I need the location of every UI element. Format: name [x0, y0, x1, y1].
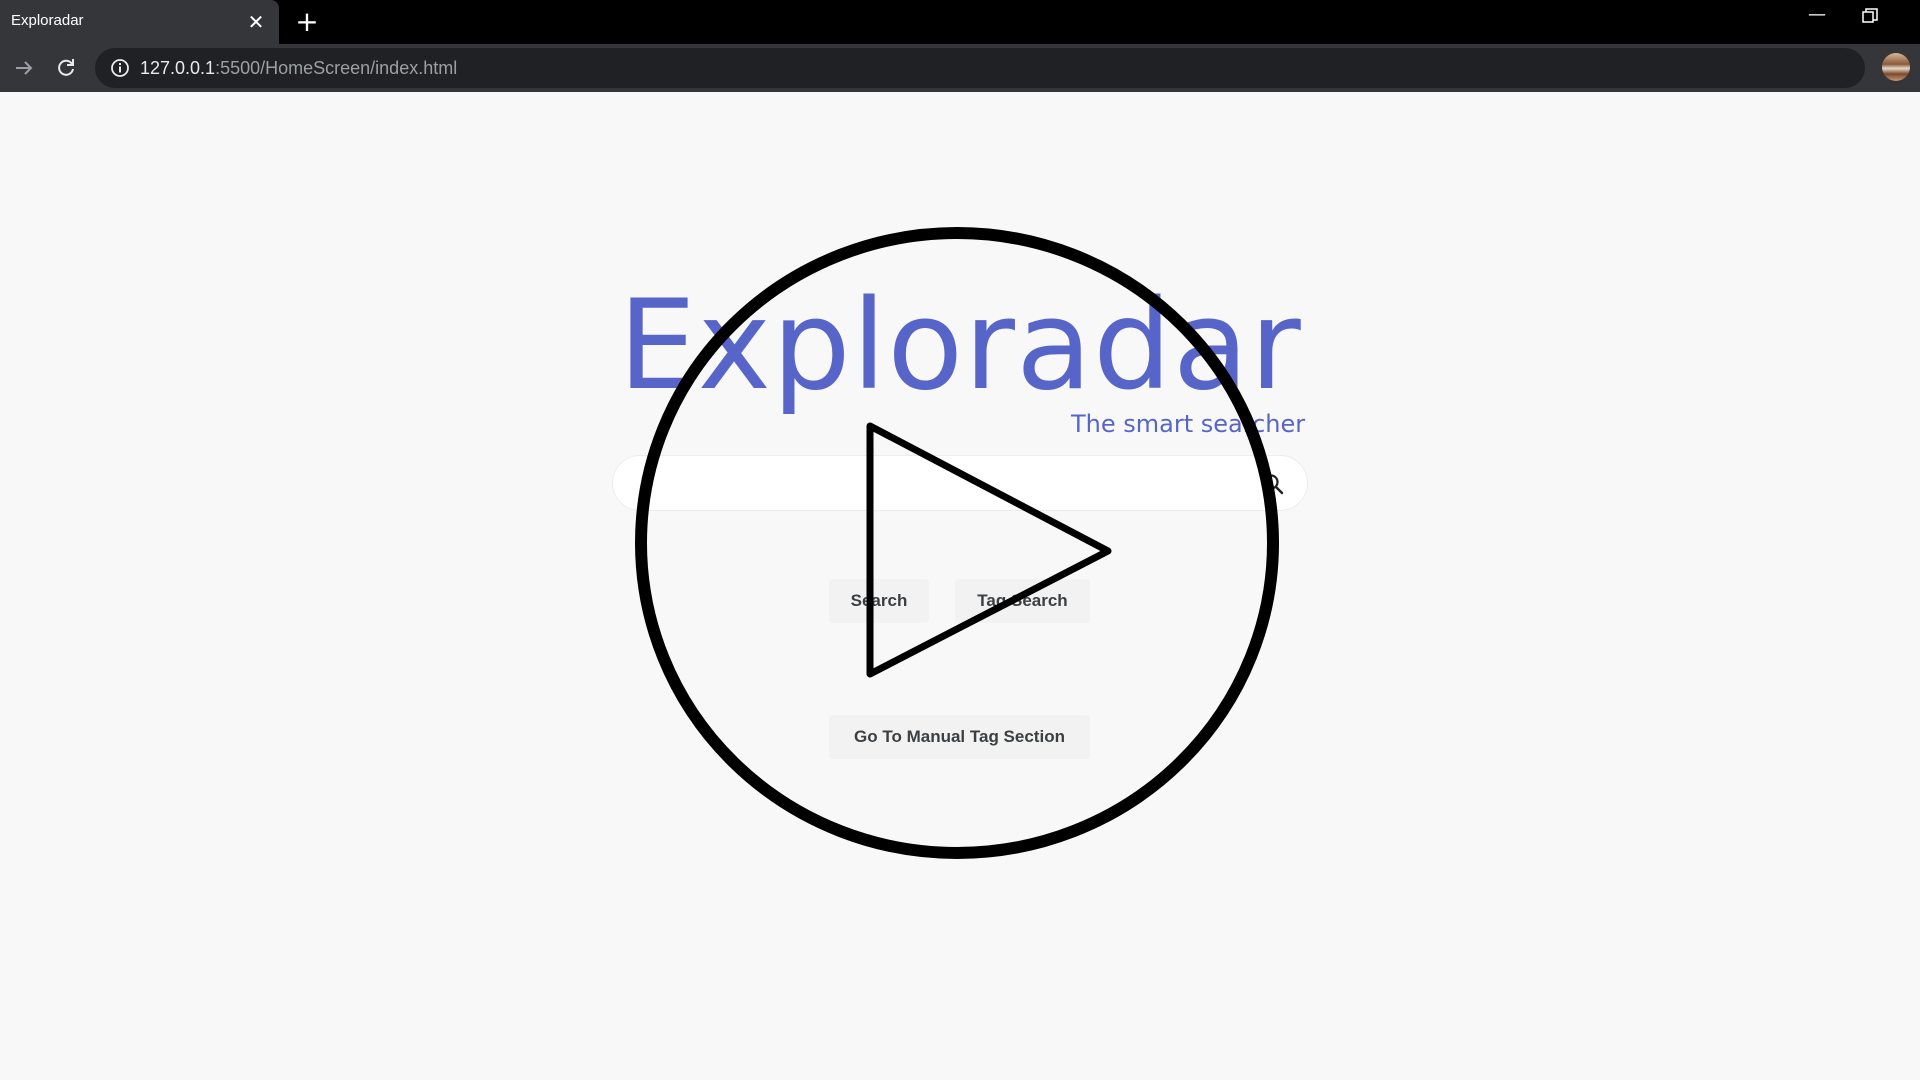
- page-content: Exploradar The smart searcher Search Tag…: [0, 92, 1920, 1080]
- search-icon[interactable]: [1261, 472, 1285, 496]
- reload-icon[interactable]: [54, 56, 78, 80]
- address-bar[interactable]: 127.0.0.1:5500/HomeScreen/index.html: [95, 48, 1865, 88]
- tag-search-button[interactable]: Tag Search: [955, 579, 1090, 623]
- browser-tab[interactable]: Exploradar ✕: [0, 0, 279, 44]
- search-bar: [612, 455, 1308, 511]
- tagline: The smart searcher: [1071, 410, 1306, 438]
- plus-icon[interactable]: +: [292, 8, 322, 38]
- url-host: 127.0.0.1: [140, 58, 216, 78]
- info-icon[interactable]: [110, 58, 130, 78]
- url-text: 127.0.0.1:5500/HomeScreen/index.html: [140, 58, 457, 79]
- minimize-icon[interactable]: —: [1805, 4, 1829, 28]
- restore-icon[interactable]: [1862, 8, 1886, 32]
- url-path: :5500/HomeScreen/index.html: [215, 58, 458, 78]
- tab-title: Exploradar: [11, 12, 84, 29]
- browser-toolbar: 127.0.0.1:5500/HomeScreen/index.html: [0, 44, 1920, 92]
- forward-arrow-icon[interactable]: [12, 56, 36, 80]
- app-logo: Exploradar: [618, 274, 1302, 418]
- browser-tab-strip: Exploradar ✕ + —: [0, 0, 1920, 44]
- close-icon[interactable]: ✕: [244, 10, 268, 34]
- manual-tag-button[interactable]: Go To Manual Tag Section: [829, 715, 1090, 759]
- search-input[interactable]: [637, 468, 1241, 500]
- profile-avatar[interactable]: [1882, 53, 1910, 81]
- search-button[interactable]: Search: [829, 579, 929, 623]
